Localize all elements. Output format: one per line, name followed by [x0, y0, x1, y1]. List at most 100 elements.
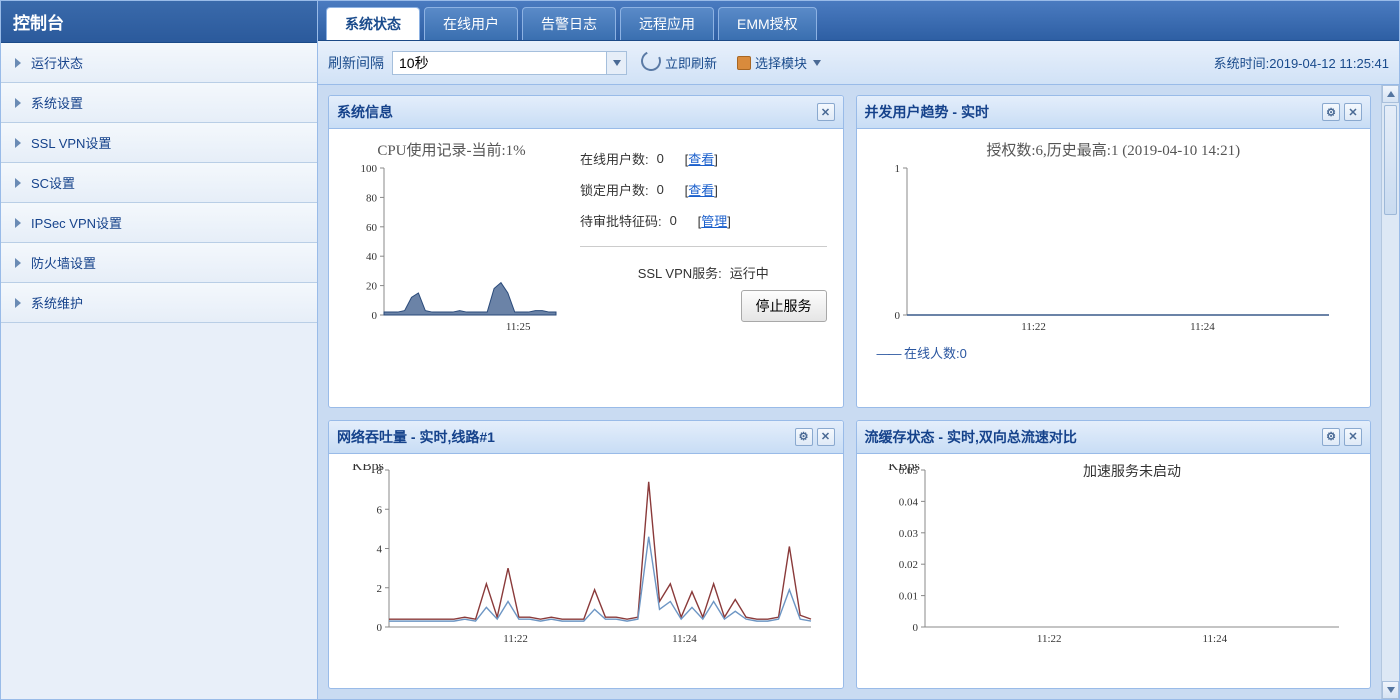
tab-3[interactable]: 远程应用: [620, 7, 714, 40]
svg-text:加速服务未启动: 加速服务未启动: [1083, 464, 1181, 480]
svg-text:11:22: 11:22: [503, 633, 528, 645]
sidebar-item-label: 系统维护: [31, 293, 83, 312]
svg-text:0.01: 0.01: [898, 590, 917, 602]
sidebar-item-label: SC设置: [31, 173, 75, 192]
panel-close-button[interactable]: ✕: [1344, 428, 1362, 446]
sidebar-item-2[interactable]: SSL VPN设置: [1, 123, 317, 163]
sidebar-item-1[interactable]: 系统设置: [1, 83, 317, 123]
panel-cache-title: 流缓存状态 - 实时,双向总流速对比: [865, 427, 1323, 447]
sidebar-item-3[interactable]: SC设置: [1, 163, 317, 203]
refresh-now-label: 立即刷新: [665, 53, 717, 72]
svg-text:0: 0: [912, 622, 918, 634]
concurrent-chart: 授权数:6,历史最高:1 (2019-04-10 14:21) 0111:221…: [867, 139, 1361, 337]
manage-pending-link[interactable]: 管理: [701, 214, 727, 229]
svg-text:60: 60: [366, 222, 378, 234]
scroll-thumb[interactable]: [1384, 105, 1397, 215]
panel-concurrent: 并发用户趋势 - 实时 ⚙ ✕ 授权数:6,历史最高:1 (2019-04-10…: [856, 95, 1372, 408]
refresh-icon: [641, 51, 661, 74]
system-time: 系统时间:2019-04-12 11:25:41: [1214, 53, 1389, 72]
chevron-up-icon: [1387, 91, 1395, 97]
svg-text:11:24: 11:24: [1190, 321, 1215, 333]
svg-text:KBps: KBps: [888, 464, 920, 474]
chevron-right-icon: [15, 98, 21, 108]
sidebar-item-label: IPSec VPN设置: [31, 213, 122, 232]
main-area: 系统状态在线用户告警日志远程应用EMM授权 刷新间隔 立即刷新 选择模块 系统时…: [318, 1, 1399, 699]
chevron-down-icon: [813, 60, 821, 66]
select-module-label: 选择模块: [755, 53, 807, 72]
sidebar: 控制台 运行状态系统设置SSL VPN设置SC设置IPSec VPN设置防火墙设…: [1, 1, 318, 699]
refresh-interval-combo[interactable]: [392, 51, 627, 75]
tabbar: 系统状态在线用户告警日志远程应用EMM授权: [318, 1, 1399, 41]
refresh-interval-label: 刷新间隔: [328, 53, 384, 73]
sidebar-item-6[interactable]: 系统维护: [1, 283, 317, 323]
panel-close-button[interactable]: ✕: [1344, 103, 1362, 121]
tab-4[interactable]: EMM授权: [718, 7, 817, 40]
sidebar-item-label: 防火墙设置: [31, 253, 96, 272]
chevron-right-icon: [15, 218, 21, 228]
panel-concurrent-title: 并发用户趋势 - 实时: [865, 102, 1323, 122]
scrollbar[interactable]: [1381, 85, 1399, 699]
svg-text:100: 100: [361, 163, 378, 175]
chevron-down-icon: [613, 60, 621, 66]
svg-text:2: 2: [377, 582, 383, 594]
concurrent-legend: —— 在线人数:0: [867, 339, 1361, 367]
svg-text:11:22: 11:22: [1036, 633, 1061, 645]
svg-text:KBps: KBps: [352, 464, 384, 474]
cache-chart: 00.010.020.030.040.0511:2211:24KBps加速服务未…: [867, 464, 1347, 679]
svg-text:0: 0: [894, 310, 900, 322]
sysinfo-stats: 在线用户数:0[查看] 锁定用户数:0[查看] 待审批特征码:0[管理] SSL…: [574, 139, 833, 397]
svg-text:11:24: 11:24: [672, 633, 697, 645]
sidebar-item-4[interactable]: IPSec VPN设置: [1, 203, 317, 243]
panel-throughput: 网络吞吐量 - 实时,线路#1 ⚙ ✕ 0246811:2211:24KBps: [328, 420, 844, 690]
tab-2[interactable]: 告警日志: [522, 7, 616, 40]
chevron-right-icon: [15, 298, 21, 308]
refresh-interval-input[interactable]: [392, 51, 607, 75]
scroll-down-button[interactable]: [1382, 681, 1399, 699]
panel-sysinfo: 系统信息 ✕ CPU使用记录-当前:1% 02040608010011:25 在…: [328, 95, 844, 408]
panel-settings-button[interactable]: ⚙: [1322, 103, 1340, 121]
tab-0[interactable]: 系统状态: [326, 7, 420, 40]
svg-text:1: 1: [894, 163, 900, 175]
chevron-right-icon: [15, 178, 21, 188]
panel-throughput-title: 网络吞吐量 - 实时,线路#1: [337, 427, 795, 447]
sidebar-body: [1, 323, 317, 699]
toolbar: 刷新间隔 立即刷新 选择模块 系统时间:2019-04-12 11:25:41: [318, 41, 1399, 85]
sidebar-item-label: 运行状态: [31, 53, 83, 72]
sidebar-item-0[interactable]: 运行状态: [1, 43, 317, 83]
cpu-chart: CPU使用记录-当前:1% 02040608010011:25: [339, 139, 564, 397]
tab-1[interactable]: 在线用户: [424, 7, 518, 40]
svg-text:0.02: 0.02: [898, 559, 917, 571]
svg-text:6: 6: [377, 504, 383, 516]
scroll-up-button[interactable]: [1382, 85, 1399, 103]
svg-text:11:22: 11:22: [1021, 321, 1046, 333]
svg-text:40: 40: [366, 251, 378, 263]
svg-text:0.03: 0.03: [898, 527, 918, 539]
chevron-right-icon: [15, 138, 21, 148]
panel-close-button[interactable]: ✕: [817, 103, 835, 121]
view-online-users-link[interactable]: 查看: [688, 152, 714, 167]
svg-text:11:25: 11:25: [506, 321, 531, 333]
select-module-button[interactable]: 选择模块: [731, 51, 827, 74]
svg-text:0: 0: [372, 310, 378, 322]
sidebar-item-label: SSL VPN设置: [31, 133, 111, 152]
panel-close-button[interactable]: ✕: [817, 428, 835, 446]
refresh-now-button[interactable]: 立即刷新: [635, 49, 723, 76]
panel-sysinfo-title: 系统信息: [337, 102, 817, 122]
chevron-down-icon: [1387, 687, 1395, 693]
module-icon: [737, 56, 751, 70]
svg-text:11:24: 11:24: [1202, 633, 1227, 645]
panels-grid: 系统信息 ✕ CPU使用记录-当前:1% 02040608010011:25 在…: [318, 85, 1381, 699]
view-locked-users-link[interactable]: 查看: [688, 183, 714, 198]
svg-text:0: 0: [377, 622, 383, 634]
svg-text:0.04: 0.04: [898, 496, 918, 508]
chevron-right-icon: [15, 58, 21, 68]
svg-text:20: 20: [366, 281, 378, 293]
chevron-right-icon: [15, 258, 21, 268]
svg-text:4: 4: [377, 543, 383, 555]
sidebar-item-5[interactable]: 防火墙设置: [1, 243, 317, 283]
stop-service-button[interactable]: 停止服务: [741, 290, 827, 322]
throughput-chart: 0246811:2211:24KBps: [339, 464, 819, 679]
panel-settings-button[interactable]: ⚙: [795, 428, 813, 446]
refresh-interval-dropdown[interactable]: [607, 51, 627, 75]
panel-settings-button[interactable]: ⚙: [1322, 428, 1340, 446]
